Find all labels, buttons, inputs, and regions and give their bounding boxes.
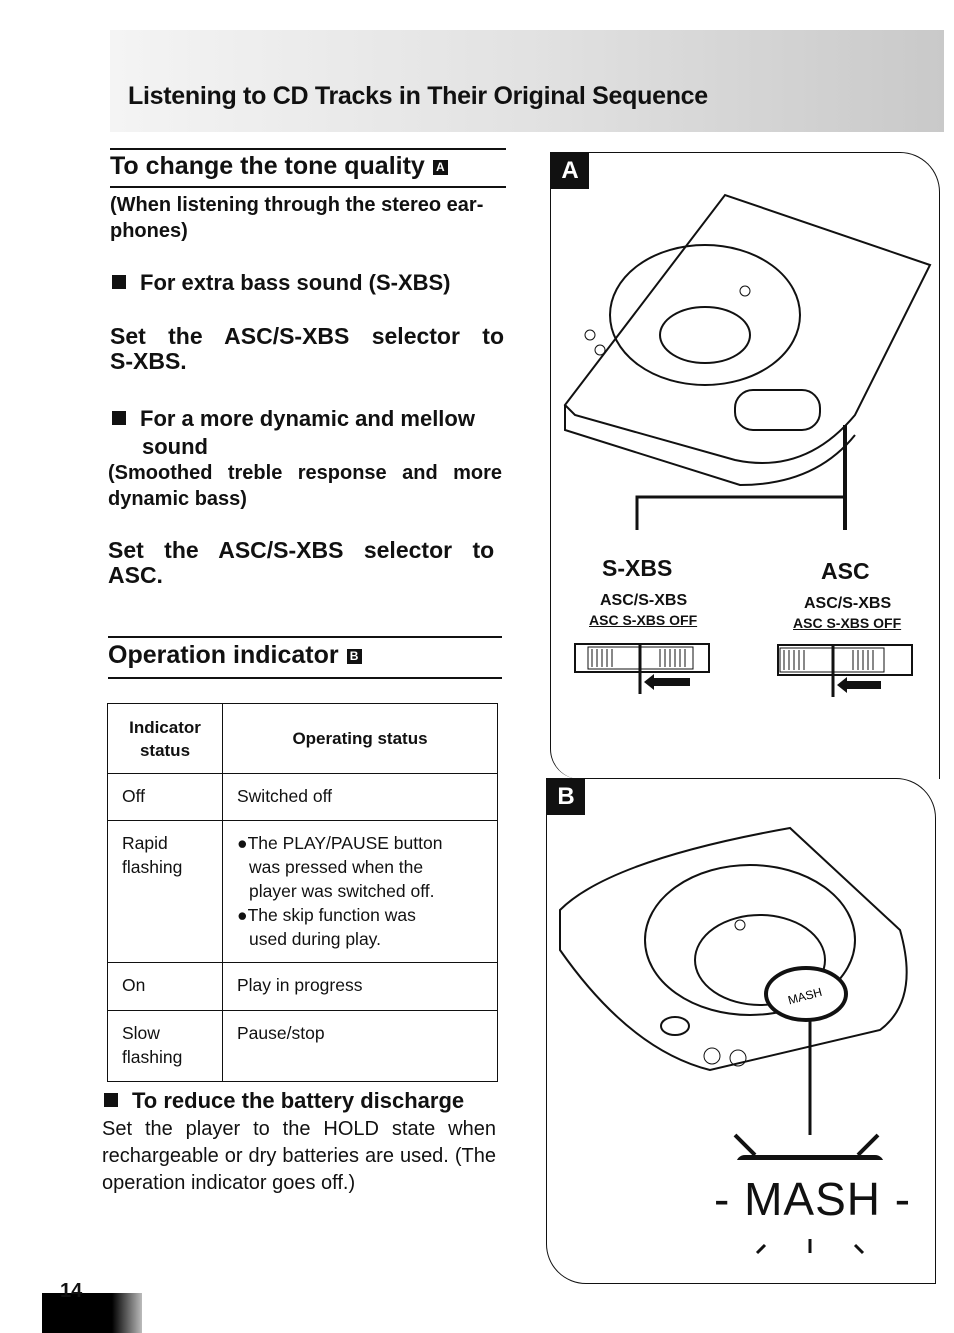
desc-cell: Play in progress bbox=[222, 962, 498, 1011]
asc-title: ASC bbox=[821, 558, 870, 584]
table-row: Off Switched off bbox=[107, 773, 498, 821]
page-tab bbox=[42, 1293, 142, 1333]
divider bbox=[108, 677, 502, 679]
status-cell: Rapid flashing bbox=[107, 820, 223, 963]
section-title-tone: To change the tone quality A bbox=[110, 152, 448, 181]
selector-label: ASC/S-XBS bbox=[600, 592, 688, 609]
status-text: Slow flashing bbox=[122, 1023, 183, 1067]
selector-switch-asc bbox=[777, 644, 913, 697]
mellow-heading-text: For a more dynamic and mellow sound bbox=[140, 406, 475, 459]
cd-player-illustration-b: MASH bbox=[559, 826, 908, 1160]
mellow-instruction: Set the ASC/S-XBS selector to ASC. bbox=[108, 537, 495, 588]
page-number: 14 bbox=[60, 1280, 83, 1302]
bass-heading-text: For extra bass sound (S-XBS) bbox=[140, 270, 451, 295]
table-row: On Play in progress bbox=[107, 962, 498, 1011]
flash-marks-icon bbox=[755, 1239, 865, 1255]
bullet-square-icon bbox=[104, 1093, 118, 1107]
battery-heading: To reduce the battery discharge bbox=[104, 1088, 464, 1114]
column-header: Indicator status bbox=[107, 703, 223, 774]
selector-positions: ASC S-XBS OFF bbox=[589, 612, 698, 628]
desc-cell: Pause/stop bbox=[222, 1010, 498, 1082]
desc-item: ●The PLAY/PAUSE button was pressed when … bbox=[237, 833, 443, 901]
table-row: Rapid flashing ●The PLAY/PAUSE button wa… bbox=[107, 820, 498, 963]
figure-ref-badge: B bbox=[346, 648, 362, 664]
desc-cell: Switched off bbox=[222, 773, 498, 821]
selector-label: ASC/S-XBS bbox=[804, 595, 892, 612]
selector-switch-s-xbs bbox=[574, 643, 710, 694]
mellow-note: (Smoothed treble response and more dynam… bbox=[108, 462, 502, 510]
tone-note: (When listening through the stereo ear-p… bbox=[110, 194, 484, 242]
indicator-table: Indicator status Operating status Off Sw… bbox=[107, 703, 498, 1082]
divider bbox=[110, 148, 506, 150]
column-header: Operating status bbox=[222, 703, 498, 774]
section-title-text: Operation indicator bbox=[108, 641, 339, 669]
table-row: Slow flashing Pause/stop bbox=[107, 1010, 498, 1082]
divider bbox=[108, 636, 502, 638]
header-banner bbox=[110, 30, 944, 132]
bass-instruction: Set the ASC/S-XBS selector to S-XBS. bbox=[110, 323, 504, 374]
page-title: Listening to CD Tracks in Their Original… bbox=[128, 82, 708, 110]
mellow-heading: For a more dynamic and mellow sound bbox=[112, 405, 504, 461]
section-title-text: To change the tone quality bbox=[110, 152, 425, 180]
status-cell: On bbox=[107, 962, 223, 1011]
bullet-square-icon bbox=[112, 411, 126, 425]
battery-heading-text: To reduce the battery discharge bbox=[132, 1088, 465, 1113]
cd-player-illustration-a bbox=[563, 193, 932, 530]
battery-text: Set the player to the HOLD state when re… bbox=[102, 1118, 496, 1194]
desc-cell: ●The PLAY/PAUSE button was pressed when … bbox=[222, 820, 498, 963]
divider bbox=[110, 186, 506, 188]
figure-ref-badge: A bbox=[432, 159, 448, 175]
s-xbs-title: S-XBS bbox=[602, 555, 673, 581]
status-text: Rapid flashing bbox=[122, 833, 183, 877]
section-title-operation: Operation indicator B bbox=[108, 641, 362, 670]
status-cell: Off bbox=[107, 773, 223, 821]
table-header-row: Indicator status Operating status bbox=[107, 703, 498, 774]
status-cell: Slow flashing bbox=[107, 1010, 223, 1082]
figure-b-label: B bbox=[547, 779, 585, 815]
bullet-square-icon bbox=[112, 275, 126, 289]
mash-caption: - MASH - bbox=[714, 1173, 912, 1225]
bass-heading: For extra bass sound (S-XBS) bbox=[112, 270, 451, 296]
figure-a-label: A bbox=[551, 153, 589, 189]
selector-positions: ASC S-XBS OFF bbox=[793, 615, 902, 631]
desc-item: ●The skip function was used during play. bbox=[237, 905, 416, 949]
